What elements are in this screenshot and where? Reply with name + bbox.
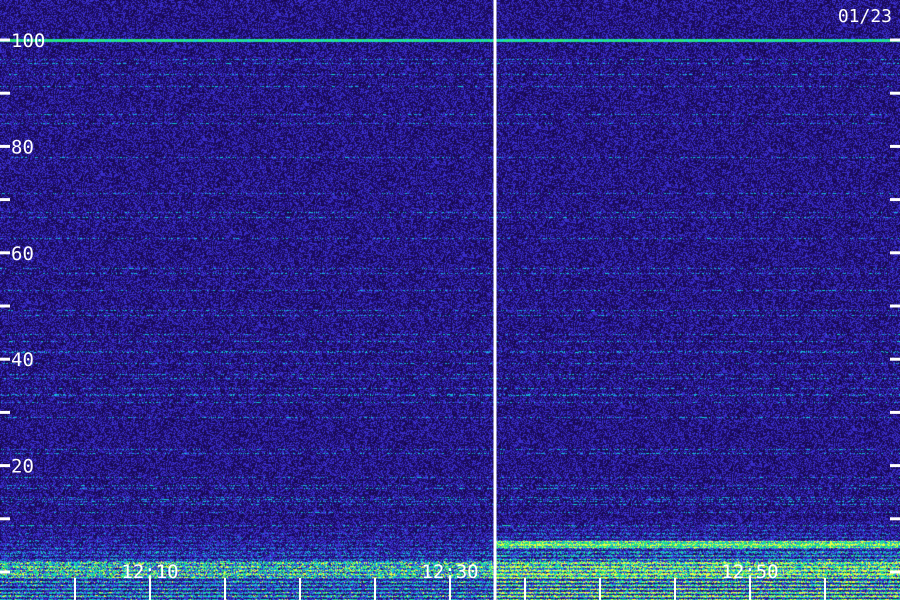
x-tick-label: 12:50 xyxy=(721,561,778,583)
x-ticks: 12:10 12:30 12:50 xyxy=(74,561,826,600)
x-tick-label: 12:10 xyxy=(121,561,178,583)
spectrogram-stage: 20 40 60 80 100 12:10 12:30 12:50 01/23 xyxy=(0,0,900,600)
date-label: 01/23 xyxy=(838,6,892,27)
y-tick-label: 20 xyxy=(11,456,34,478)
y-ticks: 20 40 60 80 100 xyxy=(0,30,900,574)
x-tick-label: 12:30 xyxy=(421,561,478,583)
y-tick-label: 60 xyxy=(11,243,34,265)
axes-overlay: 20 40 60 80 100 12:10 12:30 12:50 01/23 xyxy=(0,0,900,600)
y-tick-label: 80 xyxy=(11,136,34,158)
y-tick-label: 40 xyxy=(11,349,34,371)
y-tick-label: 100 xyxy=(11,30,45,52)
